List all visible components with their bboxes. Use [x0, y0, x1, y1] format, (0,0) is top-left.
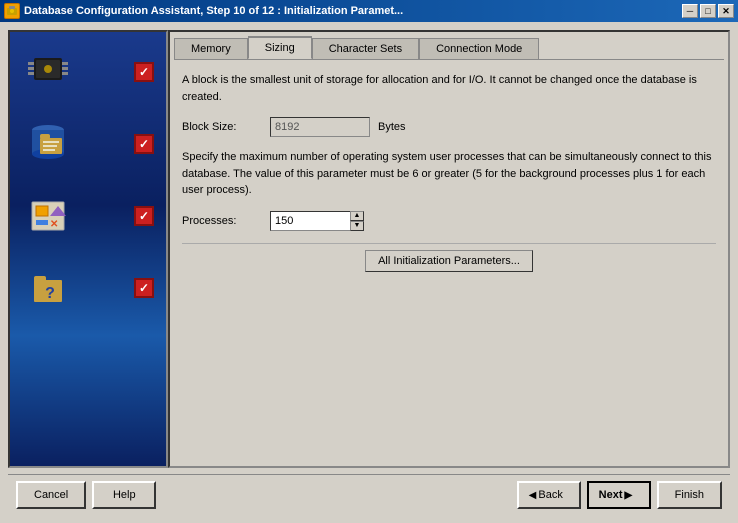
sidebar: ✓ [8, 30, 168, 468]
check-badge: ✓ [134, 134, 154, 154]
block-size-description: A block is the smallest unit of storage … [182, 72, 716, 105]
help-button[interactable]: Help [92, 481, 156, 509]
tab-content-sizing: A block is the smallest unit of storage … [170, 60, 728, 466]
block-size-input[interactable] [270, 117, 370, 137]
processes-spinner[interactable]: ▲ ▼ [270, 211, 364, 231]
window-controls[interactable]: ─ □ ✕ [682, 4, 734, 18]
right-panel: Memory Sizing Character Sets Connection … [168, 30, 730, 468]
tab-memory[interactable]: Memory [174, 38, 248, 59]
minimize-button[interactable]: ─ [682, 4, 698, 18]
bottom-bar: Cancel Help ◀ Back Next ▶ Finish [8, 474, 730, 515]
main-container: ✓ [0, 22, 738, 523]
check-badge: ✓ [134, 62, 154, 82]
processes-row: Processes: ▲ ▼ [182, 211, 716, 231]
tab-bar: Memory Sizing Character Sets Connection … [170, 32, 728, 59]
cancel-button[interactable]: Cancel [16, 481, 86, 509]
check-badge: ✓ [134, 278, 154, 298]
folder-docs-icon [22, 118, 74, 170]
back-label: Back [538, 489, 562, 501]
all-params-row: All Initialization Parameters... [182, 243, 716, 278]
app-icon [4, 3, 20, 19]
check-badge: ✓ [134, 206, 154, 226]
content-area: ✓ [8, 30, 730, 468]
tab-connection-mode[interactable]: Connection Mode [419, 38, 539, 59]
list-item: ? ✓ [18, 260, 158, 316]
list-item: ✓ [18, 44, 158, 100]
list-item: ✕ ✓ [18, 188, 158, 244]
processes-description: Specify the maximum number of operating … [182, 149, 716, 199]
bottom-right-buttons: ◀ Back Next ▶ Finish [517, 481, 722, 509]
folder-question-icon: ? [22, 262, 74, 314]
close-button[interactable]: ✕ [718, 4, 734, 18]
back-button[interactable]: ◀ Back [517, 481, 581, 509]
processes-input[interactable] [270, 211, 350, 231]
next-label: Next [599, 489, 623, 501]
svg-text:?: ? [45, 285, 55, 302]
svg-text:✕: ✕ [50, 219, 58, 230]
list-item: ✓ [18, 116, 158, 172]
spinner-up-button[interactable]: ▲ [350, 211, 364, 221]
spinner-controls[interactable]: ▲ ▼ [350, 211, 364, 231]
tab-sizing[interactable]: Sizing [248, 36, 312, 59]
window-title: Database Configuration Assistant, Step 1… [24, 5, 403, 17]
next-arrow-icon: ▶ [625, 490, 633, 501]
tab-character-sets[interactable]: Character Sets [312, 38, 419, 59]
title-bar: Database Configuration Assistant, Step 1… [0, 0, 738, 22]
back-arrow-icon: ◀ [529, 490, 537, 501]
all-initialization-parameters-button[interactable]: All Initialization Parameters... [365, 250, 533, 272]
processes-label: Processes: [182, 215, 262, 227]
spinner-down-button[interactable]: ▼ [350, 221, 364, 231]
shapes-icon: ✕ [22, 190, 74, 242]
finish-button[interactable]: Finish [657, 481, 722, 509]
block-size-row: Block Size: Bytes [182, 117, 716, 137]
chip-icon-container [22, 46, 74, 98]
maximize-button[interactable]: □ [700, 4, 716, 18]
next-button[interactable]: Next ▶ [587, 481, 651, 509]
block-size-label: Block Size: [182, 121, 262, 133]
block-size-unit: Bytes [378, 121, 406, 133]
bottom-left-buttons: Cancel Help [16, 481, 156, 509]
